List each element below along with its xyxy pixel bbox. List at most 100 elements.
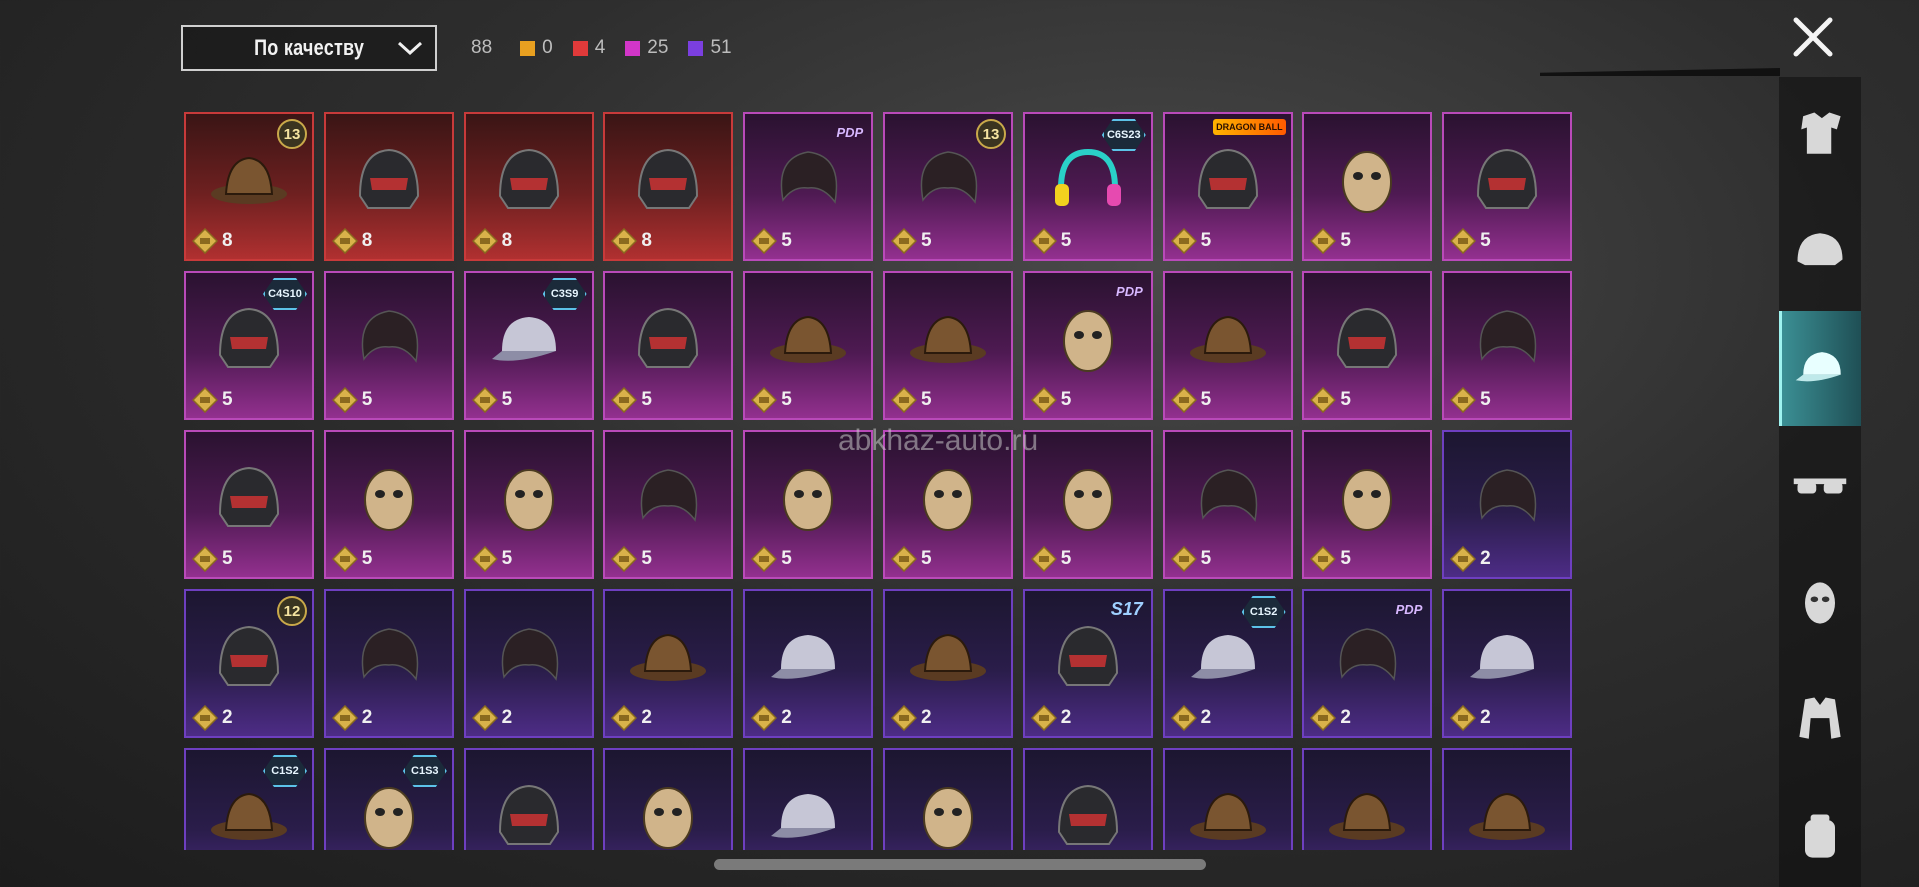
close-icon[interactable] — [1790, 14, 1836, 60]
inventory-item[interactable]: 12 2 — [184, 589, 314, 738]
inventory-item[interactable]: 5 — [1302, 430, 1433, 579]
mask-item-icon — [1342, 150, 1393, 213]
inventory-item[interactable]: 2 — [463, 589, 594, 738]
item-price: 5 — [751, 546, 792, 572]
inventory-item[interactable]: 2 — [603, 589, 734, 738]
item-price: 2 — [1310, 705, 1351, 731]
currency-icon — [471, 387, 498, 413]
inventory-item[interactable] — [603, 748, 734, 850]
jacket-icon — [1799, 697, 1841, 739]
item-price: 5 — [1170, 387, 1211, 413]
category-tab-outfit[interactable] — [1779, 77, 1861, 192]
inventory-item[interactable]: 5 — [882, 271, 1013, 420]
inventory-item[interactable]: 5 — [603, 271, 734, 420]
inventory-item[interactable]: C1S2 — [184, 748, 314, 850]
inventory-item[interactable]: 13 8 — [184, 112, 314, 261]
item-price: 2 — [1450, 546, 1491, 572]
inventory-item[interactable]: S17 2 — [1022, 589, 1153, 738]
inventory-item[interactable]: 5 — [1302, 112, 1433, 261]
category-tab-glasses[interactable] — [1779, 428, 1861, 543]
inventory-item[interactable] — [1162, 748, 1293, 850]
item-price-value: 5 — [920, 230, 932, 251]
category-tab-jacket[interactable] — [1779, 662, 1861, 777]
currency-icon — [890, 387, 917, 413]
hair-item-icon — [780, 150, 838, 204]
inventory-item[interactable]: C1S3 — [323, 748, 454, 850]
helmet-item-icon — [218, 625, 280, 686]
item-price-value: 5 — [781, 548, 792, 569]
inventory-item[interactable]: 8 — [323, 112, 454, 261]
category-tab-helmet[interactable] — [1779, 194, 1861, 309]
item-price-value: 5 — [1340, 548, 1351, 569]
inventory-item[interactable]: 2 — [743, 589, 874, 738]
inventory-item[interactable]: PDP 2 — [1302, 589, 1433, 738]
inventory-item[interactable]: 5 — [1302, 271, 1433, 420]
inventory-item[interactable] — [1022, 748, 1153, 850]
category-tab-backpack[interactable] — [1779, 779, 1861, 887]
mask-item-icon — [643, 786, 694, 849]
inventory-item[interactable]: 8 — [603, 112, 734, 261]
inventory-item[interactable] — [1442, 748, 1573, 850]
currency-icon — [1450, 546, 1477, 572]
item-price-value: 2 — [920, 707, 932, 728]
inventory-item[interactable]: 5 — [323, 271, 454, 420]
inventory-item[interactable]: 5 — [463, 430, 594, 579]
inventory-item[interactable]: PDP 5 — [1022, 271, 1153, 420]
inventory-item[interactable]: 2 — [882, 589, 1013, 738]
mask-item-icon — [922, 468, 973, 531]
item-price-value: 5 — [501, 389, 513, 410]
inventory-item[interactable]: 8 — [463, 112, 594, 261]
hat-item-icon — [211, 156, 287, 204]
item-price: 8 — [192, 228, 233, 254]
category-tab-mask[interactable] — [1779, 545, 1861, 660]
item-price-value: 5 — [920, 389, 932, 410]
helmet-item-icon — [638, 148, 699, 209]
inventory-item[interactable] — [743, 748, 874, 850]
cap-item-icon — [771, 793, 836, 838]
category-tab-cap[interactable] — [1779, 311, 1861, 426]
item-badge: 12 — [277, 596, 307, 626]
inventory-item[interactable] — [463, 748, 594, 850]
currency-icon — [890, 705, 917, 731]
currency-icon — [751, 705, 778, 731]
item-price: 5 — [751, 228, 792, 254]
hair-item-icon — [1479, 309, 1537, 363]
inventory-item[interactable]: 5 — [1162, 271, 1293, 420]
inventory-item[interactable]: 5 — [743, 271, 874, 420]
currency-icon — [192, 228, 218, 254]
inventory-item[interactable]: 5 — [1022, 430, 1153, 579]
currency-icon — [1170, 228, 1197, 254]
item-price-value: 2 — [1480, 548, 1491, 569]
mythic-swatch — [572, 40, 588, 56]
inventory-item[interactable]: 2 — [1442, 430, 1573, 579]
inventory-item[interactable]: 5 — [1162, 430, 1293, 579]
inventory-item[interactable]: 5 — [1442, 112, 1573, 261]
inventory-item[interactable]: C4S10 5 — [184, 271, 314, 420]
inventory-item[interactable]: 5 — [603, 430, 734, 579]
inventory-item[interactable]: PDP 5 — [743, 112, 874, 261]
toolbar: По качеству 88 0 4 25 51 — [181, 25, 732, 71]
item-price-value: 2 — [1060, 707, 1072, 728]
inventory-item[interactable]: 2 — [1442, 589, 1573, 738]
cap-icon — [1795, 351, 1841, 381]
inventory-item[interactable]: C1S2 2 — [1162, 589, 1293, 738]
sort-dropdown[interactable]: По качеству — [181, 25, 437, 71]
item-price-value: 2 — [361, 707, 373, 728]
inventory-item[interactable]: C6S23 5 — [1022, 112, 1153, 261]
item-price: 5 — [890, 228, 932, 254]
inventory-item[interactable]: 5 — [323, 430, 454, 579]
item-price: 5 — [1310, 546, 1351, 572]
currency-icon — [192, 546, 218, 572]
inventory-item[interactable]: C3S9 5 — [463, 271, 594, 420]
hair-item-icon — [1340, 627, 1397, 681]
currency-icon — [611, 387, 638, 413]
inventory-item[interactable] — [882, 748, 1013, 850]
home-indicator[interactable] — [714, 859, 1206, 870]
inventory-item[interactable]: DRAGON BALL 5 — [1162, 112, 1293, 261]
inventory-item[interactable]: 13 5 — [882, 112, 1013, 261]
inventory-item[interactable]: 5 — [184, 430, 314, 579]
inventory-item[interactable] — [1302, 748, 1433, 850]
currency-icon — [1030, 228, 1057, 254]
inventory-item[interactable]: 5 — [1442, 271, 1573, 420]
inventory-item[interactable]: 2 — [323, 589, 454, 738]
